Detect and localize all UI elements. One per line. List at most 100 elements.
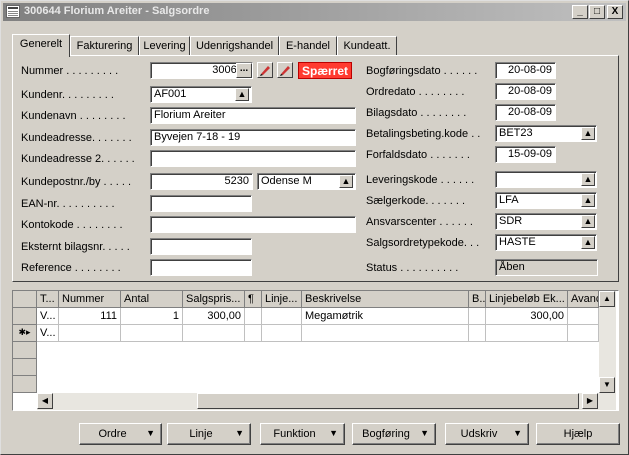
table-cell[interactable] (469, 308, 486, 325)
lookup-arrow-icon[interactable]: ▲ (339, 175, 353, 188)
kontokode-field[interactable] (150, 216, 356, 233)
minimize-button[interactable]: _ (572, 5, 588, 19)
udskriv-button-label: Udskriv (460, 428, 498, 440)
row-selector[interactable] (13, 342, 37, 359)
kundeadresse2-label: Kundeadresse 2. . . . . . (21, 153, 135, 165)
close-button[interactable]: X (607, 5, 623, 19)
row-selector[interactable] (13, 376, 37, 393)
bogforing-button[interactable]: Bogføring ▼ (352, 423, 436, 445)
new-row-marker-icon[interactable]: ✱▸ (13, 325, 37, 342)
kundeadresse2-field[interactable] (150, 150, 356, 167)
reference-label: Reference . . . . . . . . (21, 262, 121, 274)
kundepostnr-field[interactable]: 5230 (150, 173, 253, 190)
bogforingsdato-label: Bogføringsdato . . . . . . (366, 65, 478, 77)
column-header[interactable]: T... (37, 291, 59, 308)
table-cell[interactable] (568, 325, 599, 342)
eksternt-bilagsnr-field[interactable] (150, 238, 252, 255)
scroll-up-icon[interactable]: ▲ (599, 291, 615, 307)
linje-button-label: Linje (189, 428, 213, 440)
table-cell[interactable] (486, 325, 568, 342)
column-header[interactable]: B... (469, 291, 486, 308)
lookup-arrow-icon[interactable]: ▲ (235, 88, 249, 101)
hjaelp-button[interactable]: Hjælp (536, 423, 620, 445)
udskriv-button[interactable]: Udskriv ▼ (445, 423, 529, 445)
row-selector[interactable] (13, 359, 37, 376)
column-header[interactable]: Salgspris... (183, 291, 245, 308)
title-bar[interactable]: 300644 Florium Areiter - Salgsordre _ □ … (3, 3, 626, 21)
table-cell[interactable]: Megamøtrik (302, 308, 469, 325)
bogforing-button-label: Bogføring (362, 428, 410, 440)
lookup-arrow-icon[interactable]: ▲ (581, 236, 595, 249)
nummer-label: Nummer . . . . . . . . . (21, 65, 119, 77)
kundepostnr-label: Kundepostnr./by . . . . . (21, 176, 132, 188)
scroll-left-icon[interactable]: ◀ (37, 393, 53, 409)
kundeadresse-field[interactable]: Byvejen 7-18 - 19 (150, 129, 356, 146)
ordre-button[interactable]: Ordre ▼ (79, 423, 162, 445)
status-field: Åben (495, 259, 598, 276)
lookup-arrow-icon[interactable]: ▲ (581, 194, 595, 207)
lookup-arrow-icon[interactable]: ▲ (581, 127, 595, 140)
saelgerkode-label: Sælgerkode. . . . . . . (366, 195, 466, 207)
table-cell[interactable] (183, 325, 245, 342)
table-cell[interactable]: 300,00 (183, 308, 245, 325)
tab-udenrigshandel[interactable]: Udenrigshandel (190, 36, 279, 56)
lookup-arrow-icon[interactable]: ▲ (581, 215, 595, 228)
sales-lines-grid[interactable]: T... Nummer Antal Salgspris... ¶ Linje..… (12, 290, 619, 411)
tab-ehandel[interactable]: E-handel (279, 36, 337, 56)
lookup-arrow-icon[interactable]: ▲ (581, 173, 595, 186)
table-cell[interactable] (262, 325, 302, 342)
scroll-right-icon[interactable]: ▶ (582, 393, 598, 409)
grid-header: T... Nummer Antal Salgspris... ¶ Linje..… (13, 291, 613, 308)
chevron-down-icon: ▼ (235, 428, 244, 438)
column-header[interactable]: Avanc (568, 291, 599, 308)
bogforingsdato-field[interactable]: 20-08-09 (495, 62, 556, 79)
chevron-down-icon: ▼ (420, 428, 429, 438)
column-header[interactable]: Linjebeløb Ek... (486, 291, 568, 308)
tab-fakturering[interactable]: Fakturering (70, 36, 139, 56)
table-cell[interactable] (262, 308, 302, 325)
table-cell[interactable] (245, 325, 262, 342)
kundeadresse-label: Kundeadresse. . . . . . . (21, 132, 132, 144)
sales-order-window: 300644 Florium Areiter - Salgsordre _ □ … (0, 0, 629, 455)
tab-generelt[interactable]: Generelt (12, 34, 70, 57)
table-cell[interactable]: V... (37, 308, 59, 325)
column-header[interactable]: Beskrivelse (302, 291, 469, 308)
table-cell[interactable]: 1 (121, 308, 183, 325)
betalingsbeting-label: Betalingsbeting.kode . . (366, 128, 481, 140)
scroll-down-icon[interactable]: ▼ (599, 377, 615, 393)
bilagsdato-field[interactable]: 20-08-09 (495, 104, 556, 121)
column-header[interactable]: Nummer (59, 291, 121, 308)
table-cell[interactable]: 300,00 (486, 308, 568, 325)
linje-button[interactable]: Linje ▼ (167, 423, 251, 445)
table-cell[interactable] (245, 308, 262, 325)
table-cell[interactable] (59, 325, 121, 342)
column-header[interactable]: Antal (121, 291, 183, 308)
ean-field[interactable] (150, 195, 252, 212)
assist-edit-button[interactable]: ... (236, 63, 252, 78)
column-header[interactable]: ¶ (245, 291, 262, 308)
table-cell[interactable] (568, 308, 599, 325)
maximize-button[interactable]: □ (589, 5, 605, 19)
tab-kundeatt[interactable]: Kundeatt. (337, 36, 397, 56)
column-header[interactable]: Linje... (262, 291, 302, 308)
edit-pencil-icon[interactable] (277, 62, 293, 78)
funktion-button[interactable]: Funktion ▼ (260, 423, 345, 445)
table-cell[interactable] (121, 325, 183, 342)
reference-field[interactable] (150, 259, 252, 276)
row-selector[interactable] (13, 308, 37, 325)
table-cell[interactable] (469, 325, 486, 342)
tab-levering[interactable]: Levering (139, 36, 190, 56)
horizontal-scrollbar[interactable]: ◀ ▶ (37, 393, 599, 410)
table-cell[interactable]: 111 (59, 308, 121, 325)
ean-label: EAN-nr. . . . . . . . . . (21, 198, 115, 210)
ordredato-field[interactable]: 20-08-09 (495, 83, 556, 100)
table-cell[interactable] (302, 325, 469, 342)
kundenavn-field[interactable]: Florium Areiter (150, 107, 356, 124)
funktion-button-label: Funktion (273, 428, 316, 440)
forfaldsdato-field[interactable]: 15-09-09 (495, 146, 556, 163)
scroll-thumb[interactable] (197, 393, 579, 409)
kundenavn-label: Kundenavn . . . . . . . . (21, 110, 126, 122)
edit-pencil-icon[interactable] (257, 62, 273, 78)
vertical-scrollbar[interactable]: ▲ ▼ (599, 291, 616, 410)
table-cell[interactable]: V... (37, 325, 59, 342)
